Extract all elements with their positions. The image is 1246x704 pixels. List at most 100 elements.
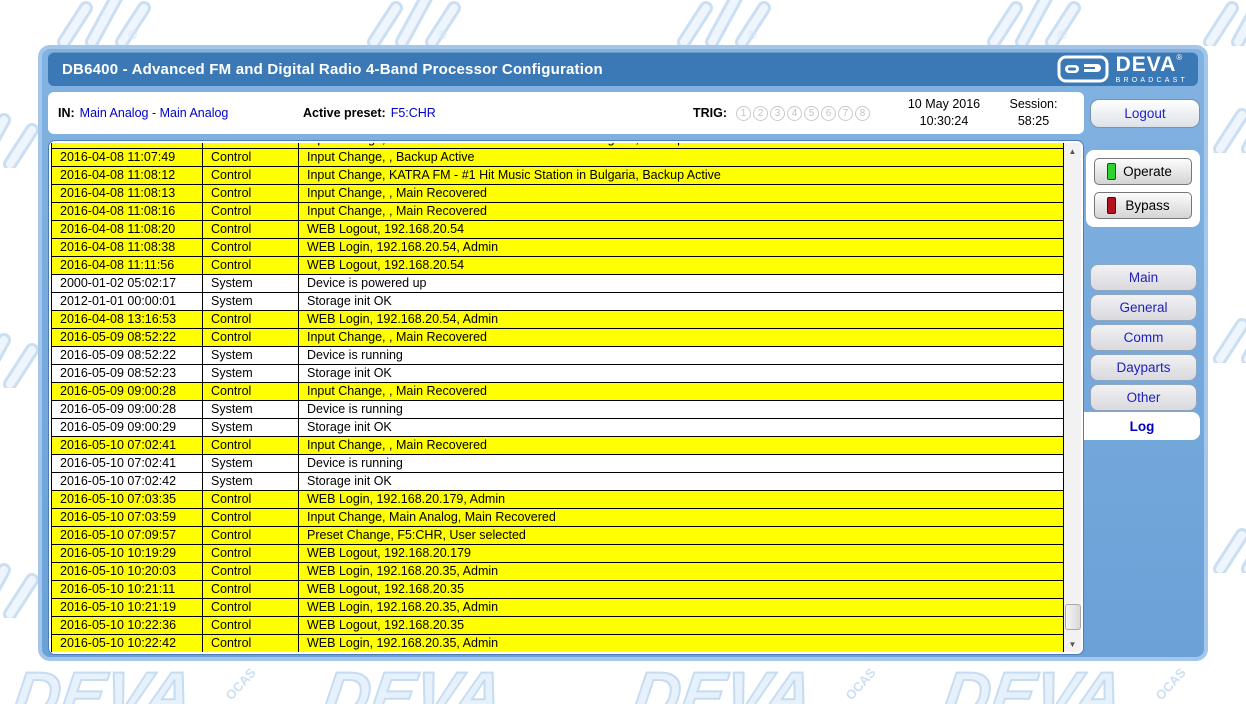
log-type-cell: Control <box>203 437 299 454</box>
log-time-cell: 2016-05-10 10:22:42 <box>52 635 203 652</box>
log-time-cell: 2016-05-10 07:02:42 <box>52 473 203 490</box>
table-row: 2016-05-09 09:00:28 System Device is run… <box>52 401 1064 419</box>
table-row: 2016-04-08 11:08:20 Control WEB Logout, … <box>52 221 1064 239</box>
sidebar-nav-button[interactable]: Comm <box>1090 324 1197 351</box>
log-message-cell: WEB Login, 192.168.20.35, Admin <box>299 599 1064 616</box>
log-type-cell: System <box>203 275 299 292</box>
svg-text:OCAS: OCAS <box>1153 665 1189 703</box>
sidebar-nav-button[interactable]: General <box>1090 294 1197 321</box>
svg-text:OCAS: OCAS <box>843 665 879 703</box>
table-row: 2016-05-10 10:19:29 Control WEB Logout, … <box>52 545 1064 563</box>
deva-watermark-icon <box>50 0 160 46</box>
log-time-cell: 2016-04-08 11:08:13 <box>52 185 203 202</box>
bypass-button[interactable]: Bypass <box>1094 192 1192 219</box>
tab-log-active[interactable]: Log <box>1084 412 1200 440</box>
table-row: 2016-04-08 11:08:12 Control Input Change… <box>52 167 1064 185</box>
watermark-reg: ® <box>748 28 757 42</box>
scroll-down-arrow-icon[interactable]: ▼ <box>1064 636 1081 652</box>
table-row: 2016-05-10 07:02:41 System Device is run… <box>52 455 1064 473</box>
log-time-cell: 2016-05-09 08:52:23 <box>52 365 203 382</box>
log-message-cell: Storage init OK <box>299 365 1064 382</box>
log-message-cell: Storage init OK <box>299 473 1064 490</box>
trig-indicator: 6 <box>821 106 836 121</box>
log-message-cell: Input Change, , Main Recovered <box>299 437 1064 454</box>
log-message-cell: WEB Login, 192.168.20.54, Admin <box>299 239 1064 256</box>
deva-watermark-icon <box>1206 515 1246 573</box>
table-row: 2016-04-08 13:16:53 Control WEB Login, 1… <box>52 311 1064 329</box>
svg-text:OCAS: OCAS <box>223 665 259 703</box>
log-type-cell: Control <box>203 599 299 616</box>
trig-indicators: 12345678 <box>736 106 870 121</box>
log-type-cell: Control <box>203 383 299 400</box>
table-row: 2016-05-09 09:00:28 Control Input Change… <box>52 383 1064 401</box>
app-window: DB6400 - Advanced FM and Digital Radio 4… <box>38 45 1208 661</box>
log-type-cell: Control <box>203 581 299 598</box>
log-type-cell: Control <box>203 527 299 544</box>
table-row: 2016-05-09 08:52:23 System Storage init … <box>52 365 1064 383</box>
log-type-cell: System <box>203 473 299 490</box>
table-row: 2016-05-10 10:22:36 Control WEB Logout, … <box>52 617 1064 635</box>
log-type-cell: Control <box>203 185 299 202</box>
bypass-led-icon <box>1107 197 1116 214</box>
sidebar-nav-button[interactable]: Main <box>1090 264 1197 291</box>
operate-led-icon <box>1107 163 1116 180</box>
log-time-cell: 2016-05-09 08:52:22 <box>52 347 203 364</box>
table-row: 2016-05-10 07:03:35 Control WEB Login, 1… <box>52 491 1064 509</box>
deva-watermark-icon <box>1196 0 1246 46</box>
log-message-cell: Device is running <box>299 401 1064 418</box>
table-row: 2016-05-10 07:09:57 Control Preset Chang… <box>52 527 1064 545</box>
trig-indicator: 2 <box>753 106 768 121</box>
log-time-cell: 2016-05-10 07:09:57 <box>52 527 203 544</box>
log-time-cell: 2016-05-09 09:00:28 <box>52 383 203 400</box>
log-message-cell: Input Change, , Backup Active <box>299 149 1064 166</box>
log-time-cell: 2016-05-10 07:03:59 <box>52 509 203 526</box>
log-type-cell: Control <box>203 617 299 634</box>
logout-button[interactable]: Logout <box>1090 99 1200 128</box>
log-type-cell: Control <box>203 635 299 652</box>
log-type-cell: Control <box>203 143 299 148</box>
trig-indicator: 7 <box>838 106 853 121</box>
session-value: 58:25 <box>986 113 1081 130</box>
input-label: IN: <box>58 106 75 120</box>
log-type-cell: Control <box>203 167 299 184</box>
log-time-cell: 2012-01-01 00:00:01 <box>52 293 203 310</box>
trig-label: TRIG: <box>693 106 727 120</box>
sidebar-nav-button[interactable]: Dayparts <box>1090 354 1197 381</box>
scroll-up-arrow-icon[interactable]: ▲ <box>1064 143 1081 159</box>
log-time-cell: 2016-05-10 10:21:19 <box>52 599 203 616</box>
table-row: 2016-05-09 08:52:22 Control Input Change… <box>52 329 1064 347</box>
log-type-cell: Control <box>203 311 299 328</box>
table-row: 2016-05-10 07:02:41 Control Input Change… <box>52 437 1064 455</box>
log-viewport: 2016-04-08 11:07:45 Control Input Change… <box>51 143 1064 652</box>
log-type-cell: System <box>203 293 299 310</box>
log-message-cell: WEB Logout, 192.168.20.35 <box>299 617 1064 634</box>
log-time-cell: 2016-05-09 09:00:29 <box>52 419 203 436</box>
log-time-cell: 2016-04-08 11:08:12 <box>52 167 203 184</box>
table-row: 2016-05-10 10:22:42 Control WEB Login, 1… <box>52 635 1064 652</box>
datetime-display: 10 May 2016 10:30:24 <box>894 92 994 134</box>
log-time-cell: 2016-04-08 11:08:16 <box>52 203 203 220</box>
vertical-scrollbar[interactable]: ▲ ▼ <box>1064 143 1081 652</box>
log-message-cell: WEB Login, 192.168.20.179, Admin <box>299 491 1064 508</box>
log-time-cell: 2016-04-08 11:07:49 <box>52 149 203 166</box>
table-row: 2016-05-09 08:52:22 System Device is run… <box>52 347 1064 365</box>
sidebar-nav-button[interactable]: Other <box>1090 384 1197 411</box>
svg-text:DEVA: DEVA <box>10 659 197 704</box>
scrollbar-thumb[interactable] <box>1065 604 1081 630</box>
date-value: 10 May 2016 <box>894 96 994 113</box>
table-row: 2012-01-01 00:00:01 System Storage init … <box>52 293 1064 311</box>
trig-indicator: 8 <box>855 106 870 121</box>
trig-indicator: 4 <box>787 106 802 121</box>
log-time-cell: 2016-04-08 13:16:53 <box>52 311 203 328</box>
watermark-reg: ® <box>438 28 447 42</box>
table-row: 2016-05-10 10:21:19 Control WEB Login, 1… <box>52 599 1064 617</box>
log-type-cell: System <box>203 419 299 436</box>
log-time-cell: 2016-04-08 11:08:20 <box>52 221 203 238</box>
active-preset-label: Active preset: <box>303 106 386 120</box>
trig-indicator: 3 <box>770 106 785 121</box>
log-message-cell: Device is powered up <box>299 275 1064 292</box>
operate-button[interactable]: Operate <box>1094 158 1192 185</box>
log-type-cell: Control <box>203 221 299 238</box>
table-row: 2016-04-08 11:11:56 Control WEB Logout, … <box>52 257 1064 275</box>
app-header: DB6400 - Advanced FM and Digital Radio 4… <box>48 52 1198 86</box>
